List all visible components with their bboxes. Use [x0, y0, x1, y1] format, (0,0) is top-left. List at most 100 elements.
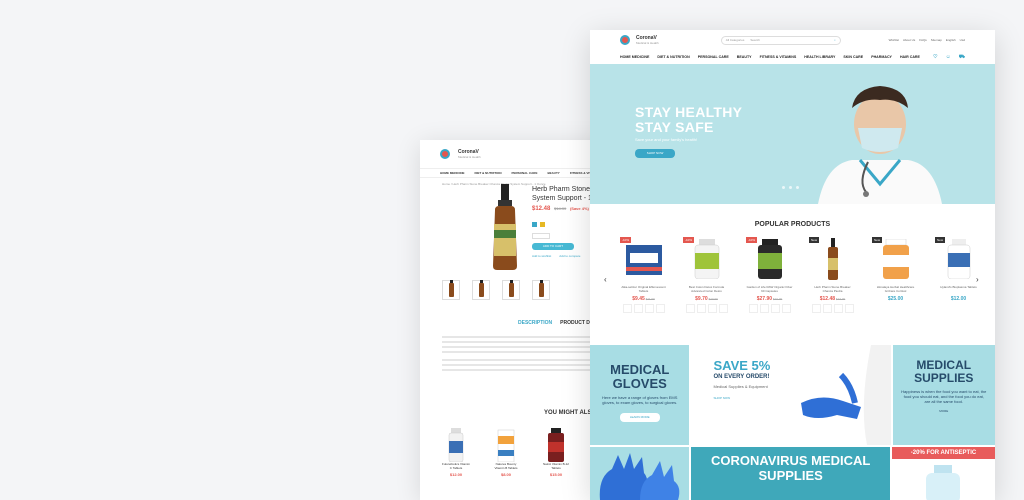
supplement-jar-icon: [882, 239, 909, 279]
related-title: YOU MIGHT ALSO: [544, 410, 597, 416]
nav-item[interactable]: BEAUTY: [737, 55, 752, 59]
tincture-bottle-icon: [827, 238, 838, 280]
category-select[interactable]: All Categories: [726, 38, 745, 42]
logo[interactable]: CoronaV Medical & Health: [636, 34, 659, 45]
hero-line-2: STAY SAFE: [635, 119, 714, 135]
nav-item[interactable]: SKIN CARE: [843, 55, 863, 59]
slider-dot[interactable]: [796, 186, 799, 189]
related-item[interactable]: Futurebiotics Vitamin C Tablets $12.00: [442, 422, 470, 477]
thumbnail[interactable]: [472, 280, 490, 300]
countdown: [809, 304, 856, 313]
chevron-left-icon[interactable]: ‹: [604, 275, 607, 284]
product-card[interactable]: -10% Best Colon Detox Formula Advanced C…: [683, 235, 730, 313]
nav-item[interactable]: FITNESS & VITAMINS: [760, 55, 797, 59]
nav-item[interactable]: DIET & NUTRITION: [475, 171, 502, 175]
supplies-text: Happiness is when the food you want to e…: [901, 389, 987, 404]
slider-dot[interactable]: [789, 186, 792, 189]
product-card[interactable]: New Hyland's Bioplasma Tablets $12.00: [935, 235, 982, 313]
medical-supplies-banner: MEDICAL SUPPLIES Happiness is when the f…: [892, 345, 995, 445]
user-icon[interactable]: ☺: [946, 54, 951, 61]
popular-products-title: POPULAR PRODUCTS: [754, 221, 831, 228]
product-tag: -10%: [683, 237, 695, 243]
logo-icon: [620, 35, 630, 45]
nav-item[interactable]: PHARMACY: [871, 55, 892, 59]
nav-item[interactable]: HOME MEDICINE: [440, 171, 465, 175]
nav-item[interactable]: HAIR CARE: [900, 55, 920, 59]
nav-item[interactable]: PERSONAL CARE: [512, 171, 538, 175]
product-tag: New: [809, 237, 820, 243]
logo-text: CoronaV: [458, 148, 479, 155]
cart-icon[interactable]: ⛟: [959, 54, 965, 61]
thumbnail[interactable]: [442, 280, 460, 300]
top-link[interactable]: Wishlist: [889, 38, 899, 42]
product-old-price: $13.00: [836, 297, 846, 301]
add-to-cart-button[interactable]: ADD TO CART: [532, 243, 574, 250]
more-link[interactable]: MORE: [893, 409, 995, 413]
product-card[interactable]: New Herb Pharm Stone Breaker Chanca Pied…: [809, 235, 856, 313]
nav-item[interactable]: DIET & NUTRITION: [657, 55, 689, 59]
learn-more-button[interactable]: LEARN MORE: [619, 413, 660, 422]
logo[interactable]: CoronaV Medical & Health: [458, 148, 481, 159]
product-old-price: $31.00: [773, 297, 783, 301]
product-name: Hyland's Bioplasma Tablets: [940, 285, 977, 289]
thumbnail[interactable]: [502, 280, 520, 300]
product-old-price: $11.99: [645, 297, 655, 301]
nav-item[interactable]: HOME MEDICINE: [620, 55, 649, 59]
coronavirus-title: CORONAVIRUS MEDICAL SUPPLIES: [710, 453, 871, 483]
nav-item[interactable]: PERSONAL CARE: [698, 55, 729, 59]
tab-description[interactable]: DESCRIPTION: [518, 320, 552, 326]
product-price: $12.00: [950, 296, 967, 302]
gloves-image-banner: [590, 447, 690, 500]
quantity-stepper[interactable]: [532, 233, 550, 239]
slider-dot[interactable]: [782, 186, 785, 189]
antiseptic-banner: -20% FOR ANTISEPTIC: [892, 447, 995, 500]
antiseptic-title: -20% FOR ANTISEPTIC: [892, 447, 995, 459]
product-save: (Save 4%): [569, 206, 589, 211]
top-link[interactable]: English: [946, 38, 956, 42]
product-tag: -10%: [746, 237, 758, 243]
product-price: $25.00: [887, 296, 904, 302]
logo-icon: [440, 149, 450, 159]
heart-icon[interactable]: ♡: [933, 54, 937, 61]
countdown: [620, 304, 667, 313]
top-link[interactable]: Sitemap: [931, 38, 942, 42]
product-card[interactable]: New Himalaya Herbal Healthcare GriCare C…: [872, 235, 919, 313]
gloved-hand-illustration: [800, 345, 891, 445]
top-link[interactable]: Usd: [960, 38, 965, 42]
logo-tagline: Medical & Health: [458, 154, 481, 159]
nav-item[interactable]: HEALTH LIBRARY: [804, 55, 835, 59]
shop-now-button[interactable]: SHOP NOW: [635, 149, 675, 158]
related-item[interactable]: Natures Bounty Vitamin B Tablets $8.00: [492, 422, 520, 477]
search-input[interactable]: All Categories Search ⌕: [720, 35, 841, 45]
color-swatch[interactable]: [540, 222, 545, 227]
thumbnail[interactable]: [532, 280, 550, 300]
compare-link[interactable]: Add to compare: [559, 254, 580, 258]
popular-products: -10% Alka-seltzer Original Effervescent …: [620, 235, 982, 313]
hero-subtitle: Save your and your family's health!: [635, 137, 698, 142]
hero-title: STAY HEALTHY STAY SAFE: [635, 105, 742, 135]
product-name: Alka-seltzer Original Effervescent Table…: [621, 285, 666, 293]
product-name: Garden of Life RAW Organic Fiber 90 Caps…: [746, 285, 793, 293]
color-swatch[interactable]: [532, 222, 537, 227]
product-old-price: $14.99: [554, 206, 567, 211]
product-name: Himalaya Herbal Healthcare GriCare Corti…: [876, 285, 915, 293]
wishlist-link[interactable]: Add to wishlist: [532, 254, 551, 258]
product-name: Best Colon Detox Formula Advanced Colon …: [688, 285, 725, 293]
logo-text: CoronaV: [636, 34, 657, 41]
nav-item[interactable]: BEAUTY: [547, 171, 559, 175]
supplies-title: MEDICAL SUPPLIES: [914, 358, 974, 385]
product-price: $9.45: [632, 296, 645, 302]
related-price: $15.00: [549, 472, 563, 477]
related-name: Futurebiotics Vitamin C Tablets: [442, 462, 470, 470]
search-icon[interactable]: ⌕: [834, 38, 836, 42]
top-link[interactable]: FAQs: [919, 38, 927, 42]
tincture-bottle-icon: [493, 184, 517, 270]
related-item[interactable]: Natrol Vitamin B-12 Tablets $15.00: [542, 422, 570, 477]
save-banner: SAVE 5% ON EVERY ORDER! Medical Supplies…: [691, 345, 891, 445]
product-card[interactable]: -10% Alka-seltzer Original Effervescent …: [620, 235, 667, 313]
antiseptic-bottle-icon: [926, 465, 960, 500]
top-link[interactable]: About Us: [903, 38, 915, 42]
gloves-title: MEDICAL GLOVES: [610, 362, 670, 391]
product-card[interactable]: -10% Garden of Life RAW Organic Fiber 90…: [746, 235, 793, 313]
related-price: $12.00: [449, 472, 463, 477]
